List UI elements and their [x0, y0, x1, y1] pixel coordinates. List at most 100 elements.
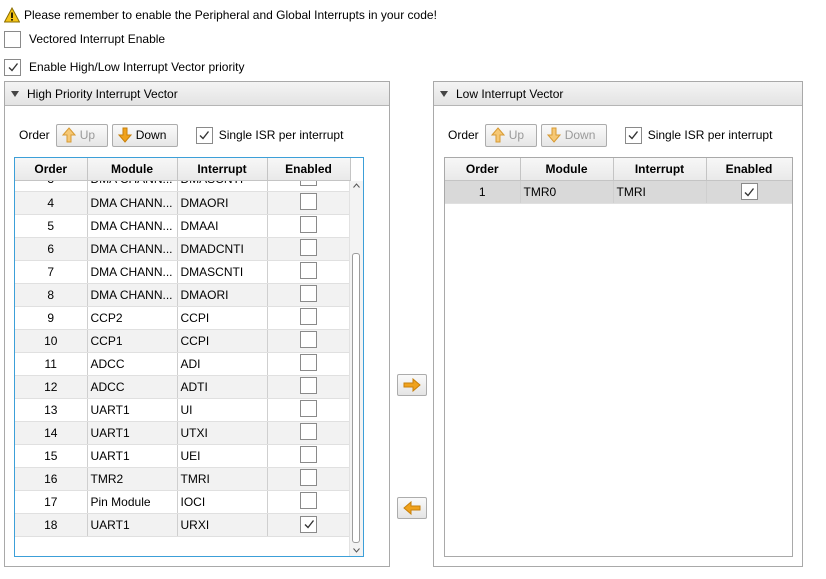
high-single-isr-checkbox[interactable]: [195, 126, 213, 144]
cell-interrupt: IOCI: [177, 490, 268, 514]
enabled-checkbox[interactable]: [300, 215, 317, 233]
cell-enabled: [267, 421, 350, 445]
low-panel-header[interactable]: Low Interrupt Vector: [434, 82, 802, 106]
cell-interrupt: DMASCNTI: [177, 181, 268, 192]
high-scrollbar[interactable]: [349, 181, 363, 556]
enabled-checkbox[interactable]: [300, 181, 317, 187]
low-panel-title: Low Interrupt Vector: [456, 86, 564, 101]
cell-order: 16: [15, 467, 88, 491]
col-order[interactable]: Order: [15, 158, 88, 181]
low-single-isr-label: Single ISR per interrupt: [647, 128, 773, 142]
priority-option[interactable]: Enable High/Low Interrupt Vector priorit…: [4, 58, 244, 76]
cell-module: ADCC: [87, 375, 178, 399]
enabled-checkbox[interactable]: [300, 445, 317, 463]
high-down-button[interactable]: Down: [111, 123, 178, 147]
move-to-high-button[interactable]: [397, 497, 427, 519]
table-row[interactable]: 4 DMA CHANN... DMAORI: [15, 191, 350, 215]
high-down-label: Down: [135, 128, 167, 142]
cell-module: CCP2: [87, 306, 178, 330]
cell-interrupt: UEI: [177, 444, 268, 468]
enabled-checkbox[interactable]: [740, 183, 758, 201]
enabled-checkbox[interactable]: [300, 515, 317, 533]
enabled-checkbox[interactable]: [300, 376, 317, 394]
vectored-label: Vectored Interrupt Enable: [29, 32, 166, 46]
table-row[interactable]: 9 CCP2 CCPI: [15, 306, 350, 330]
vectored-option[interactable]: Vectored Interrupt Enable: [4, 30, 165, 48]
low-up-button[interactable]: Up: [484, 123, 537, 147]
enabled-checkbox[interactable]: [300, 261, 317, 279]
collapse-triangle-icon: [440, 90, 448, 97]
table-row[interactable]: 14 UART1 UTXI: [15, 421, 350, 445]
cell-module: Pin Module: [87, 490, 178, 514]
high-panel-header[interactable]: High Priority Interrupt Vector: [5, 82, 389, 106]
cell-module: DMA CHANN...: [87, 283, 178, 307]
table-row[interactable]: 10 CCP1 CCPI: [15, 329, 350, 353]
low-interrupt-table: Order Module Interrupt Enabled 1 TMR0 TMRI: [444, 157, 793, 557]
table-row[interactable]: 15 UART1 UEI: [15, 444, 350, 468]
high-toolbar: Order Up Down Single ISR per interrupt: [19, 123, 343, 147]
collapse-triangle-icon: [11, 90, 19, 97]
low-priority-panel: Low Interrupt Vector Order Up Down Singl…: [433, 81, 803, 567]
cell-interrupt: TMRI: [613, 180, 707, 204]
warning-message: Please remember to enable the Peripheral…: [4, 6, 437, 24]
table-row[interactable]: 7 DMA CHANN... DMASCNTI: [15, 260, 350, 284]
cell-order: 17: [15, 490, 88, 514]
enabled-checkbox[interactable]: [300, 238, 317, 256]
high-table: Order Module Interrupt Enabled: [15, 158, 351, 181]
enabled-checkbox[interactable]: [300, 307, 317, 325]
cell-order: 7: [15, 260, 88, 284]
enabled-checkbox[interactable]: [300, 353, 317, 371]
high-single-isr-option[interactable]: Single ISR per interrupt: [195, 126, 343, 144]
low-down-button[interactable]: Down: [540, 123, 607, 147]
table-row[interactable]: 16 TMR2 TMRI: [15, 467, 350, 491]
high-interrupt-table: Order Module Interrupt Enabled 3DMA CHAN…: [14, 157, 364, 557]
move-to-low-button[interactable]: [397, 374, 427, 396]
table-row[interactable]: 18 UART1 URXI: [15, 513, 350, 537]
enabled-checkbox[interactable]: [300, 284, 317, 302]
col-interrupt[interactable]: Interrupt: [177, 158, 268, 181]
cell-order: 5: [15, 214, 88, 238]
low-single-isr-checkbox[interactable]: [624, 126, 642, 144]
enabled-checkbox[interactable]: [300, 468, 317, 486]
enabled-checkbox[interactable]: [300, 399, 317, 417]
check-icon: [304, 520, 314, 529]
enabled-checkbox[interactable]: [300, 192, 317, 210]
table-row[interactable]: 6 DMA CHANN... DMADCNTI: [15, 237, 350, 261]
enabled-checkbox[interactable]: [300, 491, 317, 509]
col-interrupt[interactable]: Interrupt: [613, 158, 707, 181]
vectored-checkbox[interactable]: [4, 30, 21, 48]
cell-order: 3: [15, 181, 88, 192]
cell-order: 10: [15, 329, 88, 353]
scroll-down-icon[interactable]: [353, 548, 360, 553]
cell-interrupt: URXI: [177, 513, 268, 537]
cell-module: UART1: [87, 444, 178, 468]
scroll-up-icon[interactable]: [353, 183, 360, 188]
cell-order: 9: [15, 306, 88, 330]
table-row[interactable]: 11 ADCC ADI: [15, 352, 350, 376]
col-order[interactable]: Order: [445, 158, 521, 181]
low-up-label: Up: [508, 128, 525, 142]
table-row[interactable]: 13 UART1 UI: [15, 398, 350, 422]
cell-order: 4: [15, 191, 88, 215]
arrow-right-icon: [403, 378, 421, 392]
table-row[interactable]: 1 TMR0 TMRI: [445, 180, 792, 204]
table-row[interactable]: 3DMA CHANN...DMASCNTI: [15, 181, 350, 192]
cell-order: 18: [15, 513, 88, 537]
table-row[interactable]: 5 DMA CHANN... DMAAI: [15, 214, 350, 238]
arrow-up-icon: [490, 127, 505, 143]
priority-checkbox[interactable]: [4, 58, 21, 76]
table-row[interactable]: 12 ADCC ADTI: [15, 375, 350, 399]
col-module[interactable]: Module: [87, 158, 178, 181]
enabled-checkbox[interactable]: [300, 422, 317, 440]
table-row[interactable]: 17 Pin Module IOCI: [15, 490, 350, 514]
col-enabled[interactable]: Enabled: [267, 158, 351, 181]
table-row[interactable]: 8 DMA CHANN... DMAORI: [15, 283, 350, 307]
col-enabled[interactable]: Enabled: [706, 158, 792, 181]
cell-enabled: [267, 260, 350, 284]
high-up-button[interactable]: Up: [55, 123, 108, 147]
cell-module: DMA CHANN...: [87, 191, 178, 215]
col-module[interactable]: Module: [520, 158, 614, 181]
high-scroll-thumb[interactable]: [352, 253, 360, 543]
low-single-isr-option[interactable]: Single ISR per interrupt: [624, 126, 773, 144]
enabled-checkbox[interactable]: [300, 330, 317, 348]
